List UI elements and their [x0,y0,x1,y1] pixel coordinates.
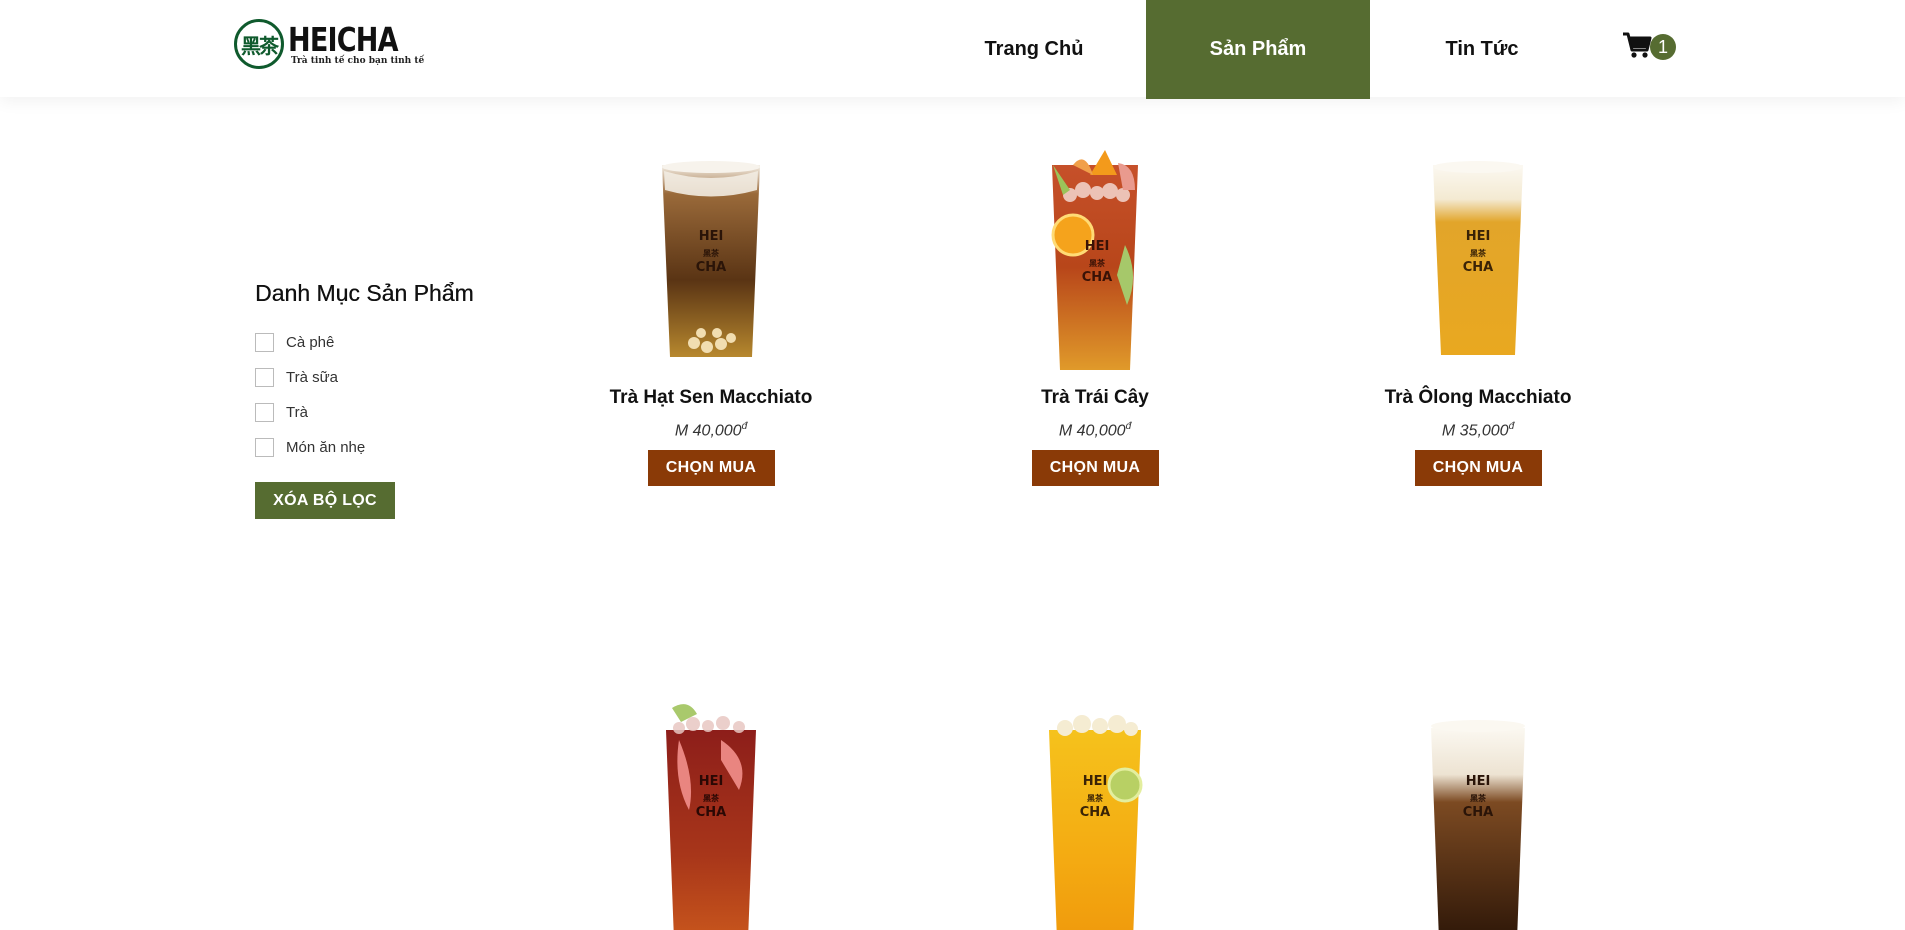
filter-snacks[interactable]: Món ăn nhẹ [255,430,515,465]
product-price: M 40,000đ [1059,421,1131,440]
cup-print-cha: CHA [1082,270,1112,285]
filter-coffee[interactable]: Cà phê [255,325,515,360]
brand-logo[interactable]: 黑茶 HEICHA Trà tinh tế cho bạn tinh tế [234,18,424,70]
cup-print-hei: HEI [699,774,724,789]
product-image[interactable]: HEI 黑茶 CHA [561,145,861,375]
cup-print-cha: CHA [696,260,726,275]
buy-button[interactable]: CHỌN MUA [647,450,775,487]
product-size: M [1058,422,1073,440]
price-value: 35,000 [1459,422,1509,440]
cup-print-hei: HEI [1083,774,1108,789]
lotus-macchiato-cup-image: HEI 黑茶 CHA [662,161,760,357]
product-card: HEI 黑茶 CHA [1328,700,1628,930]
product-image[interactable]: HEI 黑茶 CHA [945,145,1245,375]
nav-item-home[interactable]: Trang Chủ [922,0,1146,99]
filter-checkbox[interactable] [255,438,274,457]
cup-print-mark: 黑茶 [703,248,720,258]
filter-label: Trà [286,404,308,421]
cup-print-mark: 黑茶 [1470,248,1487,258]
cup-print-cha: CHA [696,805,726,820]
oolong-macchiato-cup-image: HEI 黑茶 CHA [1433,161,1523,355]
currency-symbol: đ [1125,421,1132,432]
cart-count-badge: 1 [1650,34,1676,60]
cup-print-cha: CHA [1080,805,1110,820]
product-image[interactable]: HEI 黑茶 CHA [945,700,1245,930]
filter-tea[interactable]: Trà [255,395,515,430]
product-image[interactable]: HEI 黑茶 CHA [561,700,861,930]
cup-print-mark: 黑茶 [703,793,720,803]
guava-tea-cup-image: HEI 黑茶 CHA [666,704,756,930]
price-value: 40,000 [1076,422,1126,440]
cup-print-mark: 黑茶 [1470,793,1487,803]
product-size: M [1441,422,1456,440]
product-image[interactable]: HEI 黑茶 CHA [1328,700,1628,930]
nav-item-news[interactable]: Tin Tức [1370,0,1594,99]
brand-name: HEICHA [288,19,399,59]
fruit-tea-cup-image: HEI 黑茶 CHA [1051,150,1138,370]
cup-print-hei: HEI [1085,239,1110,254]
currency-symbol: đ [741,421,748,432]
black-tea-macchiato-cup-image: HEI 黑茶 CHA [1431,720,1525,930]
cup-print-mark: 黑茶 [1089,258,1106,268]
product-name: Trà Trái Cây [1041,387,1149,408]
cup-print-cha: CHA [1463,260,1493,275]
currency-symbol: đ [1508,421,1515,432]
lychee-tea-cup-image: HEI 黑茶 CHA [1049,715,1143,930]
shopping-cart-icon [1623,32,1652,58]
filter-checkbox[interactable] [255,333,274,352]
product-name: Trà Hạt Sen Macchiato [609,387,813,408]
filter-label: Món ăn nhẹ [286,439,366,456]
product-card: HEI 黑茶 CHA Trà Ôlong Macchiato M 35,000đ… [1328,145,1628,487]
cup-print-mark: 黑茶 [1087,793,1104,803]
cup-print-hei: HEI [1466,774,1491,789]
cup-print-hei: HEI [1466,229,1491,244]
buy-button[interactable]: CHỌN MUA [1031,450,1159,487]
filter-label: Trà sữa [286,369,338,386]
cup-print-cha: CHA [1463,805,1493,820]
filter-checkbox[interactable] [255,368,274,387]
cart-button[interactable]: 1 [1622,30,1676,60]
price-value: 40,000 [692,422,742,440]
product-name: Trà Ôlong Macchiato [1384,387,1572,408]
category-sidebar: Danh Mục Sản Phẩm Cà phê Trà sữa Trà Món… [255,280,515,519]
product-card: HEI 黑茶 CHA [945,700,1245,930]
product-card: HEI 黑茶 CHA [561,700,861,930]
product-size: M [674,422,689,440]
sidebar-title: Danh Mục Sản Phẩm [255,280,474,306]
site-header: 黑茶 HEICHA Trà tinh tế cho bạn tinh tế Tr… [0,0,1905,99]
nav-item-products[interactable]: Sản Phẩm [1146,0,1370,99]
filter-label: Cà phê [286,334,335,351]
product-price: M 35,000đ [1442,421,1514,440]
product-card: HEI 黑茶 CHA Trà Hạt Sen Macchiato M 40,00… [561,145,861,487]
clear-filters-button[interactable]: XÓA BỘ LỌC [255,482,395,519]
buy-button[interactable]: CHỌN MUA [1414,450,1542,487]
filter-checkbox[interactable] [255,403,274,422]
filter-milk-tea[interactable]: Trà sữa [255,360,515,395]
product-card: HEI 黑茶 CHA Trà Trái Cây M 40,000đ CHỌN M… [945,145,1245,487]
logo-mark: 黑茶 [234,19,284,69]
product-price: M 40,000đ [675,421,747,440]
cup-print-hei: HEI [699,229,724,244]
product-image[interactable]: HEI 黑茶 CHA [1328,145,1628,375]
main-nav: Trang Chủ Sản Phẩm Tin Tức [922,0,1594,99]
